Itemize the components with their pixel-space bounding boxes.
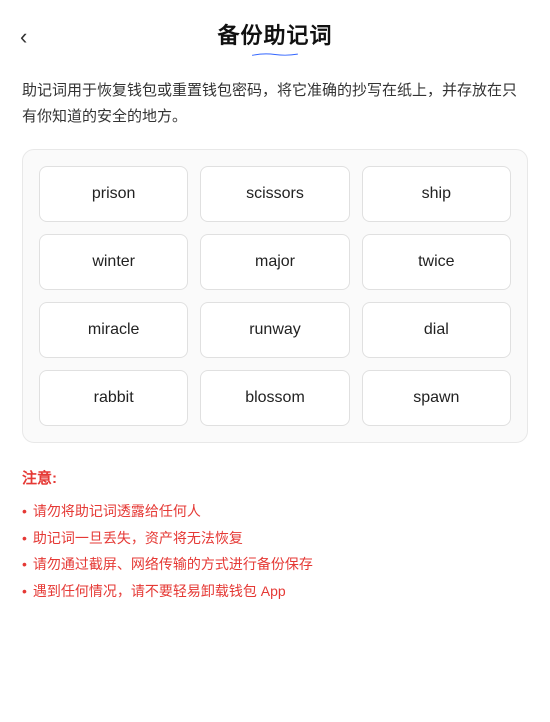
- description-text: 助记词用于恢复钱包或重置钱包密码，将它准确的抄写在纸上，并存放在只有你知道的安全…: [0, 68, 550, 149]
- mnemonic-word: ship: [362, 166, 511, 222]
- notice-item: 助记词一旦丢失，资产将无法恢复: [22, 525, 528, 552]
- mnemonic-word: scissors: [200, 166, 349, 222]
- notice-item: 请勿将助记词透露给任何人: [22, 498, 528, 525]
- mnemonic-word: runway: [200, 302, 349, 358]
- mnemonic-word: prison: [39, 166, 188, 222]
- notice-list: 请勿将助记词透露给任何人助记词一旦丢失，资产将无法恢复请勿通过截屏、网络传输的方…: [22, 498, 528, 604]
- mnemonic-grid-container: prisonscissorsship wintermajortwice miracl…: [22, 149, 528, 443]
- mnemonic-word: blossom: [200, 370, 349, 426]
- header: ‹ 备份助记词: [0, 0, 550, 68]
- mnemonic-word: major: [200, 234, 349, 290]
- title-wrapper: 备份助记词: [217, 18, 332, 56]
- notice-title: 注意:: [22, 467, 528, 488]
- mnemonic-word: dial: [362, 302, 511, 358]
- back-button[interactable]: ‹: [20, 24, 27, 50]
- title-underline-decoration: [206, 53, 344, 56]
- mnemonic-word: miracle: [39, 302, 188, 358]
- notice-section: 注意: 请勿将助记词透露给任何人助记词一旦丢失，资产将无法恢复请勿通过截屏、网络…: [0, 443, 550, 624]
- page-title: 备份助记词: [217, 18, 332, 50]
- notice-item: 请勿通过截屏、网络传输的方式进行备份保存: [22, 551, 528, 578]
- notice-item: 遇到任何情况，请不要轻易卸载钱包 App: [22, 578, 528, 605]
- mnemonic-word: spawn: [362, 370, 511, 426]
- mnemonic-word: rabbit: [39, 370, 188, 426]
- mnemonic-word: twice: [362, 234, 511, 290]
- mnemonic-word: winter: [39, 234, 188, 290]
- mnemonic-grid: prisonscissorsship wintermajortwice miracl…: [39, 166, 511, 426]
